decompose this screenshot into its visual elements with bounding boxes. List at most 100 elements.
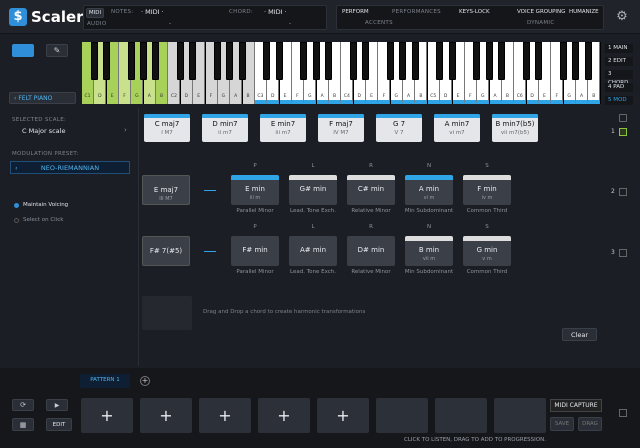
accents-label[interactable]: ACCENTS [365, 20, 393, 26]
scale-chord-button[interactable]: F maj7 IV M7 [318, 114, 364, 142]
prev-instrument-icon[interactable]: ‹ [14, 95, 16, 102]
selected-scale-value[interactable]: C Major scale [22, 127, 65, 135]
chord-value[interactable]: · MIDI · [264, 8, 287, 16]
black-key[interactable] [522, 42, 530, 80]
black-key[interactable] [411, 42, 419, 80]
black-key[interactable] [90, 42, 98, 80]
transform-chord[interactable]: E min iii m [231, 175, 279, 205]
drop-zone[interactable] [142, 296, 192, 330]
row-3-toggle[interactable] [619, 249, 627, 257]
black-key[interactable] [485, 42, 493, 80]
black-key[interactable] [152, 42, 160, 80]
drag-button[interactable]: DRAG [578, 417, 602, 431]
piano-keyboard[interactable]: C1 D E F G A B C2 D E F G A B C3 D E F G A B C4 D E F G A B C5 D E F G A B… [82, 42, 601, 104]
notes-value[interactable]: · MIDI · [141, 8, 164, 16]
source-chord[interactable]: F# 7(#5) [142, 236, 190, 266]
transform-chord[interactable]: F# min [231, 236, 279, 266]
grid-icon[interactable]: ▦ [12, 418, 34, 431]
loop-icon[interactable]: ⟳ [12, 399, 34, 411]
black-key[interactable] [275, 42, 283, 80]
black-key[interactable] [584, 42, 592, 80]
black-key[interactable] [214, 42, 221, 80]
scale-chord-button[interactable]: E min7 iii m7 [260, 114, 306, 142]
maintain-voicing-radio[interactable] [14, 203, 19, 208]
black-key[interactable] [399, 42, 407, 80]
capture-toggle[interactable] [619, 409, 627, 417]
edit-button[interactable]: EDIT [46, 418, 72, 431]
clear-button[interactable]: Clear [562, 328, 597, 341]
black-key[interactable] [312, 42, 320, 80]
black-key[interactable] [102, 42, 110, 80]
side-tab-pad[interactable]: 4 PAD [605, 83, 633, 92]
voice-grouping-button[interactable]: VOICE GROUPING [517, 9, 565, 15]
black-key[interactable] [226, 42, 234, 80]
modulation-preset-select[interactable]: ‹ NEO-RIEMANNIAN [10, 161, 130, 174]
black-key[interactable] [572, 42, 580, 80]
black-key[interactable] [139, 42, 147, 80]
keys-lock-button[interactable]: KEYS-LOCK [459, 9, 490, 15]
transform-chord[interactable]: A min vi m [405, 175, 453, 205]
source-chord[interactable]: E maj7 III M7 [142, 175, 190, 205]
black-key[interactable] [362, 42, 370, 80]
black-key[interactable] [386, 42, 394, 80]
black-key[interactable] [448, 42, 456, 80]
scale-chord-button[interactable]: A min7 vi m7 [434, 114, 480, 142]
progression-slot[interactable]: + [140, 398, 192, 433]
keyboard-view-button[interactable] [12, 44, 34, 57]
scale-chord-button[interactable]: C maj7 I M7 [144, 114, 190, 142]
scale-chevron-icon[interactable]: › [124, 126, 127, 134]
transform-chord[interactable]: G min v m [463, 236, 511, 266]
black-key[interactable] [325, 42, 333, 80]
performances-label[interactable]: PERFORMANCES [392, 9, 441, 15]
perform-button[interactable]: PERFORM [342, 9, 369, 15]
black-key[interactable] [349, 42, 357, 80]
black-key[interactable] [473, 42, 481, 80]
black-key[interactable] [436, 42, 444, 80]
brush-icon[interactable]: ✎ [46, 44, 68, 57]
progression-slot[interactable]: + [317, 398, 369, 433]
select-on-click-radio[interactable] [14, 218, 19, 223]
black-key[interactable] [127, 42, 135, 80]
scale-chord-button[interactable]: D min7 ii m7 [202, 114, 248, 142]
progression-slot[interactable]: + [258, 398, 310, 433]
side-tab-mod[interactable]: 5 MOD [605, 96, 633, 105]
black-key[interactable] [535, 42, 543, 80]
transform-chord[interactable]: G# min [289, 175, 337, 205]
audio-button[interactable]: AUDIO [87, 21, 106, 27]
humanize-button[interactable]: HUMANIZE [569, 9, 599, 15]
progression-slot[interactable] [494, 398, 546, 433]
progression-slot[interactable] [435, 398, 487, 433]
row-1-toggle[interactable] [619, 128, 627, 136]
side-tab-main[interactable]: 1 MAIN [605, 44, 633, 53]
settings-gear-icon[interactable]: ⚙ [614, 9, 630, 25]
black-key[interactable] [189, 42, 197, 80]
dynamic-label[interactable]: DYNAMIC [527, 20, 554, 26]
scale-chord-button[interactable]: G 7V 7 [376, 114, 422, 142]
transform-chord[interactable]: B min vii m [405, 236, 453, 266]
side-tab-chord[interactable]: 3 CHORD [605, 70, 633, 86]
midi-button[interactable]: MIDI [86, 8, 104, 18]
add-pattern-icon[interactable]: + [140, 376, 150, 386]
save-button[interactable]: SAVE [550, 417, 574, 431]
edit-toggle[interactable] [619, 114, 627, 122]
scale-chord-button[interactable]: B min7(b5) vii m7(b5) [492, 114, 538, 142]
side-tab-edit[interactable]: 2 EDIT [605, 57, 633, 66]
instrument-selector[interactable]: ‹ FELT PIANO [9, 92, 76, 104]
play-icon[interactable]: ▶ [46, 399, 68, 411]
transform-chord[interactable]: D# min [347, 236, 395, 266]
progression-slot[interactable]: + [81, 398, 133, 433]
progression-slot[interactable]: + [199, 398, 251, 433]
transform-chord[interactable]: A# min [289, 236, 337, 266]
black-key[interactable] [263, 42, 271, 80]
midi-capture-button[interactable]: MIDI CAPTURE [550, 399, 602, 412]
black-key[interactable] [300, 42, 308, 80]
row-2-toggle[interactable] [619, 188, 627, 196]
black-key[interactable] [176, 42, 184, 80]
transform-chord[interactable]: F min iv m [463, 175, 511, 205]
progression-slot[interactable] [376, 398, 428, 433]
black-key[interactable] [559, 42, 567, 80]
black-key[interactable] [498, 42, 506, 80]
pattern-tab[interactable]: PATTERN 1 [80, 374, 130, 388]
modulation-prev-icon[interactable]: ‹ [15, 162, 18, 174]
black-key[interactable] [238, 42, 246, 80]
